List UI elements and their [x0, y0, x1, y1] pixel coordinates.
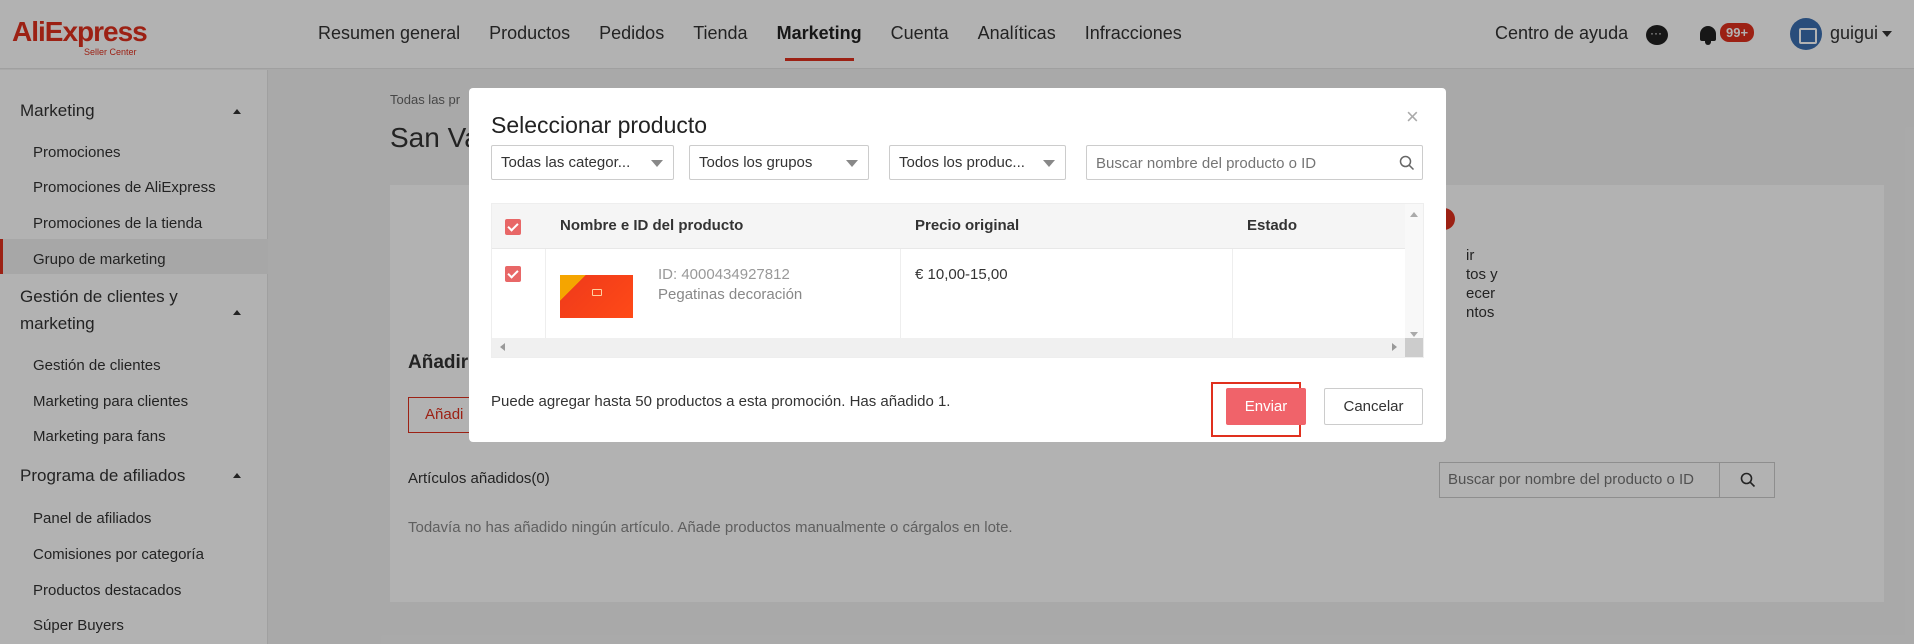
product-search-input[interactable] [1096, 155, 1386, 172]
chevron-down-icon [651, 160, 663, 167]
column-header-price: Precio original [915, 217, 1020, 234]
column-divider [1232, 249, 1233, 351]
product-id: ID: 4000434927812 [658, 266, 790, 283]
row-checkbox[interactable] [505, 266, 521, 282]
submit-button[interactable]: Enviar [1226, 388, 1306, 425]
group-filter[interactable]: Todos los grupos [689, 145, 869, 180]
horizontal-scrollbar[interactable] [492, 338, 1405, 357]
cancel-button[interactable]: Cancelar [1324, 388, 1423, 425]
scroll-right-icon[interactable] [1392, 343, 1397, 351]
selection-limit-note: Puede agregar hasta 50 productos a esta … [491, 393, 951, 410]
table-header: Nombre e ID del producto Precio original… [492, 204, 1405, 249]
column-header-status: Estado [1247, 217, 1298, 234]
chevron-down-icon [1043, 160, 1055, 167]
column-divider [900, 249, 901, 351]
column-divider [545, 249, 546, 351]
category-filter[interactable]: Todas las categor... [491, 145, 674, 180]
product-price: € 10,00-15,00 [915, 266, 1008, 283]
dialog-title: Seleccionar producto [491, 112, 708, 138]
close-icon[interactable]: × [1406, 106, 1419, 128]
product-status-filter[interactable]: Todos los produc... [889, 145, 1066, 180]
product-name: Pegatinas decoración [658, 286, 803, 303]
product-thumbnail [560, 275, 633, 318]
product-status-filter-value: Todos los produc... [899, 154, 1025, 171]
product-table: Nombre e ID del producto Precio original… [491, 203, 1424, 358]
chevron-down-icon [846, 160, 858, 167]
column-header-name: Nombre e ID del producto [560, 217, 744, 234]
group-filter-value: Todos los grupos [699, 154, 813, 171]
select-all-checkbox[interactable] [505, 219, 521, 235]
scroll-up-icon[interactable] [1410, 212, 1418, 217]
scroll-left-icon[interactable] [500, 343, 505, 351]
search-icon[interactable] [1399, 155, 1415, 171]
scrollbar-corner [1405, 338, 1423, 357]
vertical-scrollbar[interactable] [1405, 204, 1423, 357]
category-filter-value: Todas las categor... [501, 154, 631, 171]
scroll-down-icon[interactable] [1410, 332, 1418, 337]
product-search [1086, 145, 1423, 180]
select-product-dialog: Seleccionar producto × Todas las categor… [469, 88, 1446, 442]
